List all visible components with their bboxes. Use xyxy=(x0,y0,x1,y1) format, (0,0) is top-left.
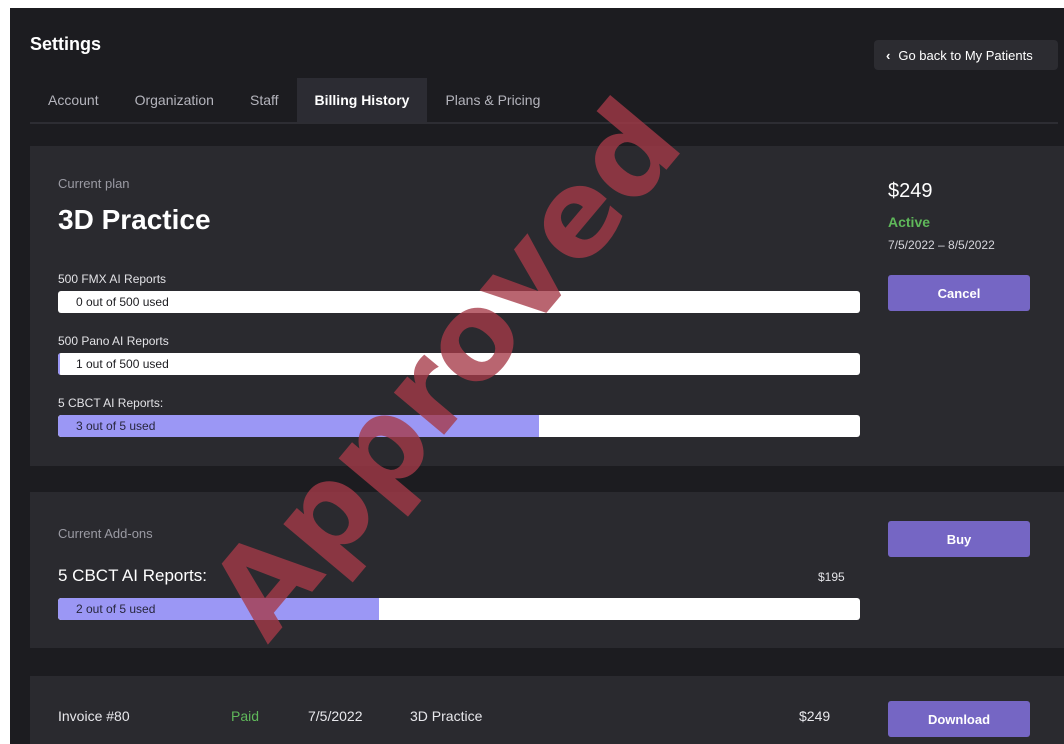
quota-label-pano: 500 Pano AI Reports xyxy=(58,334,169,348)
plan-name: 3D Practice xyxy=(58,204,211,235)
invoice-number: Invoice #80 xyxy=(58,708,130,724)
quota-bar-pano: 1 out of 500 used xyxy=(58,353,860,375)
go-back-button[interactable]: ‹ Go back to My Patients xyxy=(874,40,1058,70)
cancel-plan-button[interactable]: Cancel xyxy=(888,275,1030,311)
quota-bar-fmx: 0 out of 500 used xyxy=(58,291,860,313)
go-back-label: Go back to My Patients xyxy=(898,47,1033,63)
tab-billing-history[interactable]: Billing History xyxy=(296,78,428,122)
page-title: Settings xyxy=(30,34,102,54)
settings-app: Settings ‹ Go back to My Patients Accoun… xyxy=(10,8,1064,744)
plan-period: 7/5/2022 – 8/5/2022 xyxy=(888,238,995,252)
chevron-left-icon: ‹ xyxy=(886,47,891,63)
current-addons-card: Current Add-ons 5 CBCT AI Reports: $195 … xyxy=(30,492,1064,648)
invoice-date: 7/5/2022 xyxy=(308,708,363,724)
quota-fill-pano xyxy=(58,353,60,375)
invoice-amount: $249 xyxy=(799,708,831,724)
quota-usage-pano: 1 out of 500 used xyxy=(76,357,169,371)
addon-name: 5 CBCT AI Reports: xyxy=(58,566,207,585)
quota-label-fmx: 500 FMX AI Reports xyxy=(58,272,167,286)
quota-bar-cbct: 3 out of 5 used xyxy=(58,415,860,437)
tab-plans-pricing[interactable]: Plans & Pricing xyxy=(427,78,558,122)
addon-usage-bar: 2 out of 5 used xyxy=(58,598,860,620)
quota-usage-fmx: 0 out of 500 used xyxy=(76,295,169,309)
tab-account[interactable]: Account xyxy=(30,78,117,122)
invoice-row: Invoice #80 Paid 7/5/2022 3D Practice $2… xyxy=(30,676,1064,744)
invoice-plan: 3D Practice xyxy=(410,708,483,724)
quota-label-cbct: 5 CBCT AI Reports: xyxy=(58,396,164,410)
plan-price: $249 xyxy=(888,180,933,202)
quota-usage-cbct: 3 out of 5 used xyxy=(76,419,156,433)
addon-price: $195 xyxy=(818,570,845,584)
settings-tabs: Account Organization Staff Billing Histo… xyxy=(30,78,1058,124)
current-addons-label: Current Add-ons xyxy=(58,526,153,541)
current-plan-label: Current plan xyxy=(58,176,130,191)
download-invoice-button[interactable]: Download xyxy=(888,701,1030,737)
buy-addon-button[interactable]: Buy xyxy=(888,521,1030,557)
invoice-status-badge: Paid xyxy=(231,708,260,724)
plan-status-badge: Active xyxy=(888,214,931,230)
tab-organization[interactable]: Organization xyxy=(117,78,232,122)
tab-staff[interactable]: Staff xyxy=(232,78,297,122)
addon-usage-text: 2 out of 5 used xyxy=(76,602,156,616)
current-plan-card: Current plan 3D Practice 500 FMX AI Repo… xyxy=(30,146,1064,466)
